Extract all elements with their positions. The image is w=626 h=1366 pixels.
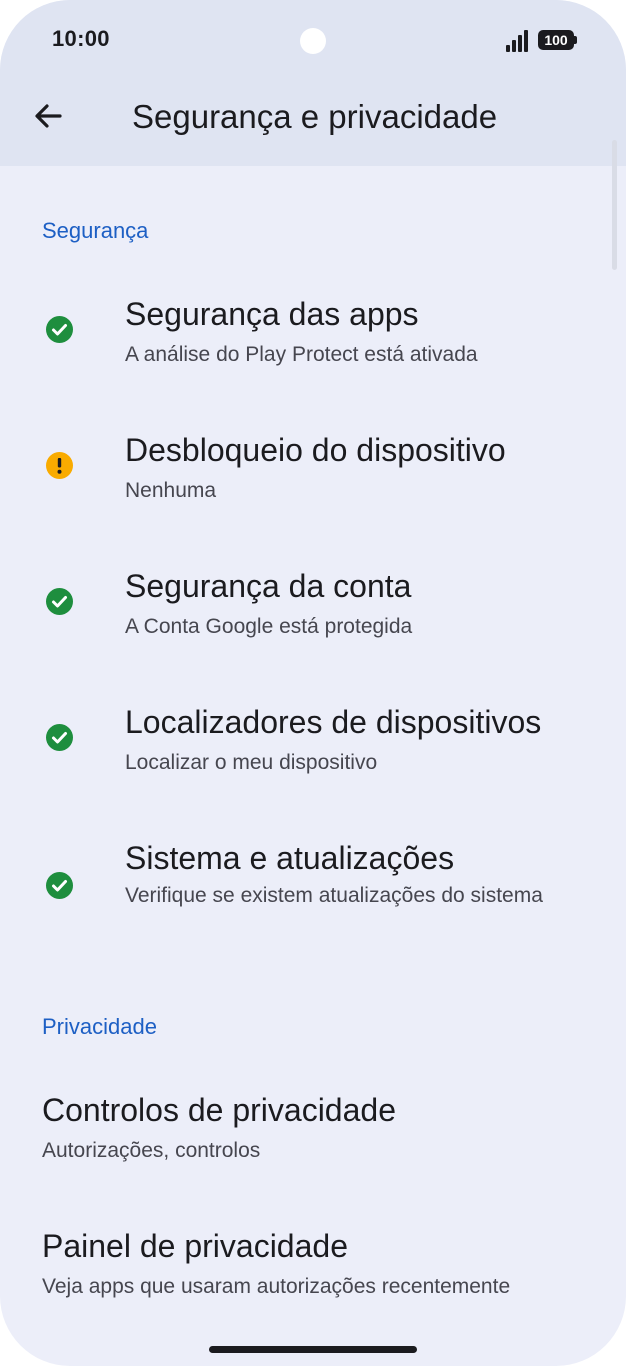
exclamation-circle-icon bbox=[46, 452, 73, 479]
check-circle-icon bbox=[46, 588, 73, 615]
section-header-security: Segurança bbox=[42, 218, 149, 243]
check-circle-icon bbox=[46, 872, 73, 899]
top-app-bar: 10:00 100 Segurança e privacidade bbox=[0, 0, 626, 166]
item-subtitle: Veja apps que usaram autorizações recent… bbox=[42, 1275, 511, 1298]
check-circle-icon bbox=[46, 316, 73, 343]
battery-icon: 100 bbox=[538, 30, 574, 50]
battery-level: 100 bbox=[544, 32, 568, 48]
item-subtitle: Localizar o meu dispositivo bbox=[125, 751, 378, 774]
list-item-account-security[interactable]: Segurança da conta A Conta Google está p… bbox=[0, 562, 626, 672]
list-item-privacy-controls[interactable]: Controlos de privacidade Autorizações, c… bbox=[0, 1086, 626, 1196]
item-subtitle: A análise do Play Protect está ativada bbox=[125, 343, 478, 366]
list-item-app-security[interactable]: Segurança das apps A análise do Play Pro… bbox=[0, 290, 626, 400]
item-title: Sistema e atualizações bbox=[125, 840, 455, 876]
item-subtitle: A Conta Google está protegida bbox=[125, 615, 413, 638]
item-subtitle: Verifique se existem atualizações do sis… bbox=[125, 884, 543, 907]
item-title: Segurança das apps bbox=[125, 296, 419, 332]
item-title: Desbloqueio do dispositivo bbox=[125, 432, 506, 468]
signal-icon bbox=[506, 30, 528, 52]
arrow-left-icon[interactable] bbox=[30, 98, 66, 134]
status-time: 10:00 bbox=[52, 26, 110, 51]
item-title: Painel de privacidade bbox=[42, 1228, 348, 1264]
check-circle-icon bbox=[46, 724, 73, 751]
list-item-device-unlock[interactable]: Desbloqueio do dispositivo Nenhuma bbox=[0, 426, 626, 536]
battery-tip bbox=[574, 36, 577, 44]
list-item-device-finders[interactable]: Localizadores de dispositivos Localizar … bbox=[0, 698, 626, 808]
camera-cutout bbox=[300, 28, 326, 54]
item-title: Localizadores de dispositivos bbox=[125, 704, 542, 740]
item-title: Segurança da conta bbox=[125, 568, 412, 604]
scrollbar[interactable] bbox=[612, 140, 617, 270]
item-title: Controlos de privacidade bbox=[42, 1092, 396, 1128]
gesture-navigation-bar[interactable] bbox=[209, 1346, 417, 1353]
phone-screen: 10:00 100 Segurança e privacidade Segura… bbox=[0, 0, 626, 1366]
section-header-privacy: Privacidade bbox=[42, 1014, 157, 1039]
item-subtitle: Nenhuma bbox=[125, 479, 217, 502]
item-subtitle: Autorizações, controlos bbox=[42, 1139, 261, 1162]
page-title: Segurança e privacidade bbox=[132, 98, 498, 135]
list-item-privacy-dashboard[interactable]: Painel de privacidade Veja apps que usar… bbox=[0, 1222, 626, 1332]
list-item-system-updates[interactable]: Sistema e atualizações Verifique se exis… bbox=[0, 834, 626, 964]
